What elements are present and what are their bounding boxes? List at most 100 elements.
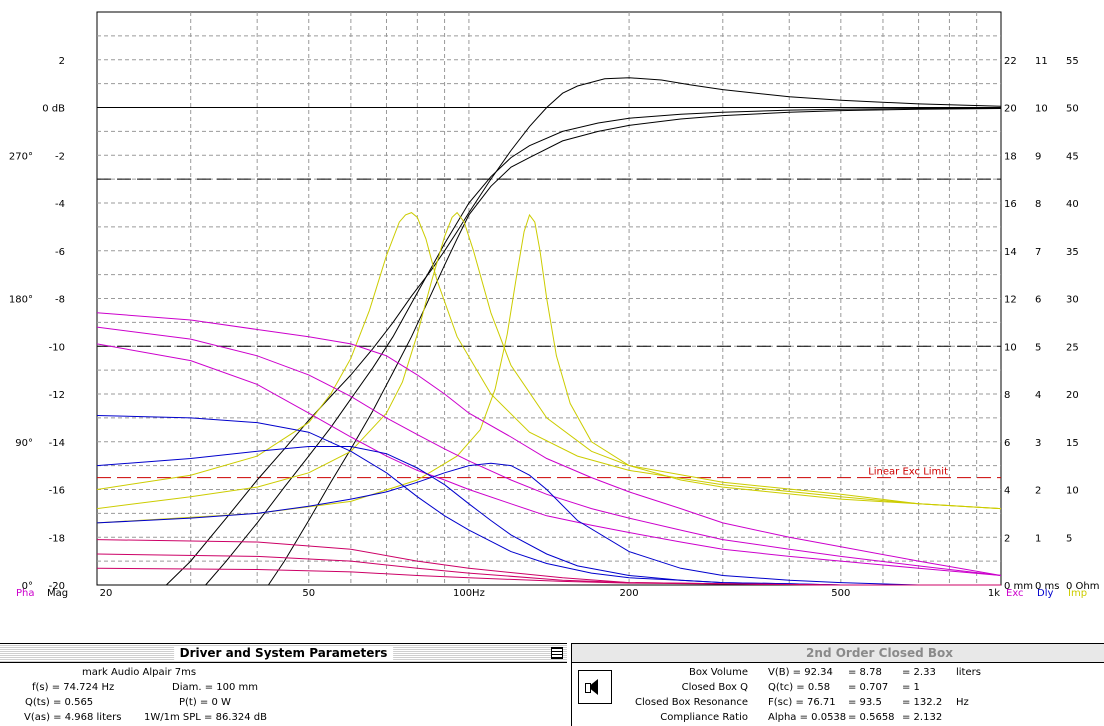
box-row-1-sym: Q(tc) = 0.58	[768, 682, 831, 693]
closed-box-panel: 2nd Order Closed Box Box Volume V(B) = 92…	[571, 643, 1104, 726]
frequency-response-chart: Linear Exc Limit 2 0 dB -2 -4 -6 -8 -10 -12 -14 -…	[9, 11, 1100, 599]
x-tick-label: 100Hz	[453, 588, 485, 599]
box-row-2-sym: F(sc) = 76.71	[768, 697, 836, 708]
right-axis-tick-label: 9	[1035, 151, 1041, 162]
right-axis-tick-label: 15	[1066, 438, 1079, 449]
param-pt: P(t) = 0 W	[179, 697, 231, 708]
right-axis-tick-label: 35	[1066, 247, 1079, 258]
speaker-icon	[578, 670, 612, 704]
right-axis-tick-label: 2	[1004, 533, 1010, 544]
box-row-3-label: Compliance Ratio	[660, 712, 748, 723]
box-row-0-v2: = 8.78	[848, 667, 882, 678]
right-axis-name: Imp	[1068, 588, 1087, 599]
x-tick-label: 1k	[988, 588, 1000, 599]
x-tick-label: 200	[620, 588, 639, 599]
box-row-2-label: Closed Box Resonance	[635, 697, 748, 708]
series-impedance-4	[96, 211, 1002, 510]
series-excursion-12	[96, 539, 1001, 586]
box-row-0-sym: V(B) = 92.34	[768, 667, 833, 678]
right-axis-name: Exc	[1006, 588, 1024, 599]
right-axis-tick-label: 6	[1035, 295, 1041, 306]
box-row-1-v3: = 1	[902, 682, 920, 693]
box-row-3-v2: = 0.5658	[848, 712, 895, 723]
series-delay-11	[96, 462, 1001, 586]
right-axis-tick-label: 18	[1004, 151, 1017, 162]
box-row-3-v3: = 2.132	[902, 712, 943, 723]
y-tick-label: -16	[49, 486, 65, 497]
right-axis-tick-label: 5	[1066, 533, 1072, 544]
y-tick-label: -4	[55, 199, 65, 210]
right-axis-tick-label: 50	[1066, 104, 1079, 115]
right-axis-tick-label: 7	[1035, 247, 1041, 258]
right-axis-tick-label: 10	[1066, 486, 1079, 497]
driver-parameters-panel: Driver and System Parameters mark Audio …	[0, 643, 567, 726]
box-panel-title: 2nd Order Closed Box	[800, 646, 959, 660]
box-row-0-label: Box Volume	[689, 667, 748, 678]
phase-tick-label: 90°	[15, 438, 33, 449]
series-impedance-3	[96, 212, 1002, 510]
right-axis-tick-label: 5	[1035, 342, 1041, 353]
right-axis-tick-label: 14	[1004, 247, 1017, 258]
box-row-2-v2: = 93.5	[848, 697, 882, 708]
right-axis-tick-label: 3	[1035, 438, 1041, 449]
y-tick-label: 0 dB	[42, 104, 65, 115]
x-tick-label: 50	[302, 588, 315, 599]
phase-axis-name: Pha	[16, 588, 35, 599]
box-row-2-unit: Hz	[956, 697, 969, 708]
phase-tick-label: 180°	[9, 295, 33, 306]
right-axis-tick-label: 12	[1004, 295, 1017, 306]
right-axis-tick-label: 30	[1066, 295, 1079, 306]
y-tick-label: -8	[55, 295, 65, 306]
box-panel-titlebar[interactable]: 2nd Order Closed Box	[572, 644, 1104, 663]
param-fs: f(s) = 74.724 Hz	[32, 682, 115, 693]
right-axis-tick-label: 4	[1004, 486, 1010, 497]
param-diam: Diam. = 100 mm	[172, 682, 259, 693]
right-axis-tick-label: 11	[1035, 56, 1048, 67]
driver-panel-titlebar[interactable]: Driver and System Parameters	[0, 644, 567, 663]
right-axis-tick-label: 2	[1035, 486, 1041, 497]
right-axis-tick-label: 20	[1004, 104, 1017, 115]
box-row-2-v3: = 132.2	[902, 697, 943, 708]
right-axis-tick-label: 4	[1035, 390, 1041, 401]
x-axis-mag-label: Mag	[47, 588, 68, 599]
driver-panel-title: Driver and System Parameters	[173, 646, 394, 660]
y-tick-label: -6	[55, 247, 65, 258]
driver-name: mark Audio Alpair 7ms	[82, 667, 197, 678]
phase-tick-label: 270°	[9, 151, 33, 162]
right-axis-tick-label: 25	[1066, 342, 1079, 353]
series-phase-6	[96, 312, 1002, 576]
series-impedance-5	[96, 213, 1002, 524]
right-axis-tick-label: 10	[1035, 104, 1048, 115]
right-axis-tick-label: 8	[1004, 390, 1010, 401]
box-row-1-v2: = 0.707	[848, 682, 889, 693]
y-tick-label: -14	[49, 438, 65, 449]
box-row-0-unit: liters	[956, 667, 981, 678]
param-vas: V(as) = 4.968 liters	[24, 712, 122, 723]
box-row-0-v3: = 2.33	[902, 667, 936, 678]
param-spl: 1W/1m SPL = 86.324 dB	[144, 712, 267, 723]
right-axis-tick-label: 8	[1035, 199, 1041, 210]
right-axis-tick-label: 40	[1066, 199, 1079, 210]
right-axis-tick-label: 16	[1004, 199, 1017, 210]
right-axis-tick-label: 6	[1004, 438, 1010, 449]
series-phase-7	[96, 326, 1002, 576]
x-tick-label: 20	[100, 588, 113, 599]
param-qts: Q(ts) = 0.565	[25, 697, 94, 708]
x-tick-label: 500	[831, 588, 850, 599]
right-axis-tick-label: 55	[1066, 56, 1079, 67]
reference-lines: Linear Exc Limit	[97, 178, 1001, 479]
box-row-1-label: Closed Box Q	[681, 682, 748, 693]
box-row-3-sym: Alpha = 0.0538	[768, 712, 847, 723]
right-axis-tick-label: 22	[1004, 56, 1017, 67]
zoom-box-icon[interactable]	[551, 647, 563, 659]
right-axis-name: Dly	[1037, 588, 1053, 599]
y-tick-label: -10	[49, 342, 65, 353]
series-group	[96, 77, 1002, 586]
y-tick-label: 2	[59, 56, 65, 67]
right-axis-tick-label: 10	[1004, 342, 1017, 353]
reference-line-label: Linear Exc Limit	[868, 467, 948, 478]
y-tick-label: -12	[49, 390, 65, 401]
y-tick-label: -18	[49, 533, 65, 544]
right-axis-tick-label: 45	[1066, 151, 1079, 162]
y-tick-label: -2	[55, 151, 65, 162]
